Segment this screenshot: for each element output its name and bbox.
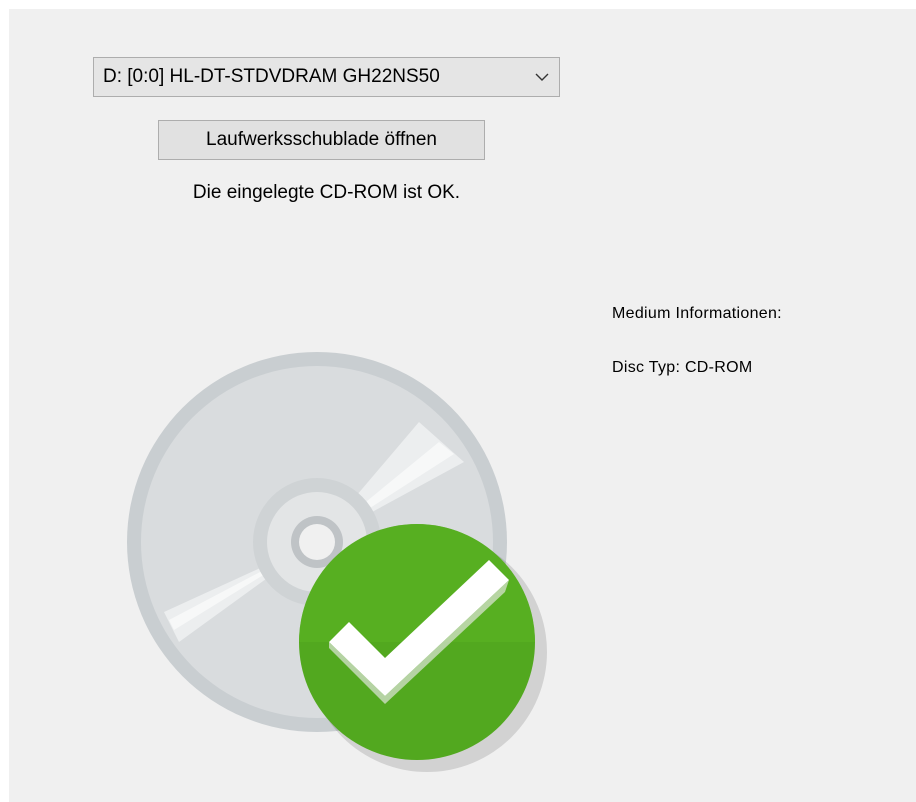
medium-info-heading: Medium Informationen:: [612, 305, 782, 322]
disc-type-label: Disc Typ: CD-ROM: [612, 359, 753, 376]
drive-check-window: D: [0:0] HL-DT-STDVDRAM GH22NS50 Laufwer…: [9, 9, 916, 802]
open-tray-button[interactable]: Laufwerksschublade öffnen: [158, 120, 485, 160]
status-message: Die eingelegte CD-ROM ist OK.: [192, 182, 461, 203]
cd-disc-ok-icon: [119, 352, 551, 784]
drive-select-value: D: [0:0] HL-DT-STDVDRAM GH22NS50: [103, 66, 440, 87]
drive-select[interactable]: D: [0:0] HL-DT-STDVDRAM GH22NS50: [93, 57, 560, 97]
chevron-down-icon[interactable]: [525, 58, 559, 96]
